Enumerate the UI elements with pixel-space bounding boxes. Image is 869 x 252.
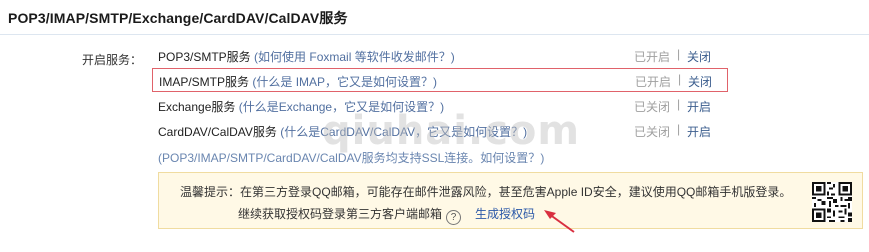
section-header: POP3/IMAP/SMTP/Exchange/CardDAV/CalDAV服务 <box>0 0 869 35</box>
status-label: 已关闭 <box>634 125 671 139</box>
service-name: Exchange服务 (什么是Exchange，它又是如何设置？) <box>158 100 445 114</box>
generate-auth-code-link[interactable]: 生成授权码 <box>475 207 535 221</box>
page-title: POP3/IMAP/SMTP/Exchange/CardDAV/CalDAV服务 <box>8 10 348 26</box>
warning-tip-box: 温馨提示：在第三方登录QQ邮箱，可能存在邮件泄露风险，甚至危害Apple ID安… <box>158 172 863 229</box>
service-row-carddav: CardDAV/CalDAV服务 (什么是CardDAV/CalDAV，它又是如… <box>152 119 728 141</box>
separator: | <box>677 47 681 61</box>
service-name: CardDAV/CalDAV服务 (什么是CardDAV/CalDAV，它又是如… <box>158 125 528 139</box>
help-icon[interactable]: ? <box>446 210 462 225</box>
enable-exchange-button[interactable]: 开启 <box>687 98 711 115</box>
help-link-imap[interactable]: (什么是 IMAP，它又是如何设置？) <box>252 75 437 89</box>
status-label: 已关闭 <box>634 100 671 114</box>
help-link-exchange[interactable]: (什么是Exchange，它又是如何设置？) <box>239 100 444 114</box>
ssl-setup-link[interactable]: 如何设置？ <box>480 151 540 165</box>
enable-carddav-button[interactable]: 开启 <box>687 123 711 140</box>
help-link-pop3[interactable]: (如何使用 Foxmail 等软件收发邮件？) <box>254 50 455 64</box>
separator: | <box>678 72 682 86</box>
service-row-pop3: POP3/SMTP服务 (如何使用 Foxmail 等软件收发邮件？) 已开启 … <box>152 44 728 66</box>
ssl-note: (POP3/IMAP/SMTP/CardDAV/CalDAV服务均支持SSL连接… <box>158 151 545 165</box>
red-arrow-annotation <box>544 210 575 233</box>
close-pop3-button[interactable]: 关闭 <box>687 48 711 65</box>
enable-services-label: 开启服务： <box>82 53 143 67</box>
close-imap-button[interactable]: 关闭 <box>688 73 712 90</box>
tip-second-line: 继续获取授权码登录第三方客户端邮箱? 生成授权码 <box>238 207 536 225</box>
status-label: 已开启 <box>634 50 671 64</box>
service-name: POP3/SMTP服务 (如何使用 Foxmail 等软件收发邮件？) <box>158 50 455 64</box>
help-link-carddav[interactable]: (什么是CardDAV/CalDAV，它又是如何设置？) <box>280 125 527 139</box>
service-row-exchange: Exchange服务 (什么是Exchange，它又是如何设置？) 已关闭 | … <box>152 94 728 116</box>
service-name: IMAP/SMTP服务 (什么是 IMAP，它又是如何设置？) <box>159 75 438 89</box>
tip-text: 温馨提示：在第三方登录QQ邮箱，可能存在邮件泄露风险，甚至危害Apple ID安… <box>180 185 792 199</box>
service-row-imap: IMAP/SMTP服务 (什么是 IMAP，它又是如何设置？) 已开启 | 关闭 <box>152 68 728 92</box>
separator: | <box>677 97 681 111</box>
status-label: 已开启 <box>635 75 672 89</box>
qr-code-icon <box>812 182 852 222</box>
separator: | <box>677 122 681 136</box>
